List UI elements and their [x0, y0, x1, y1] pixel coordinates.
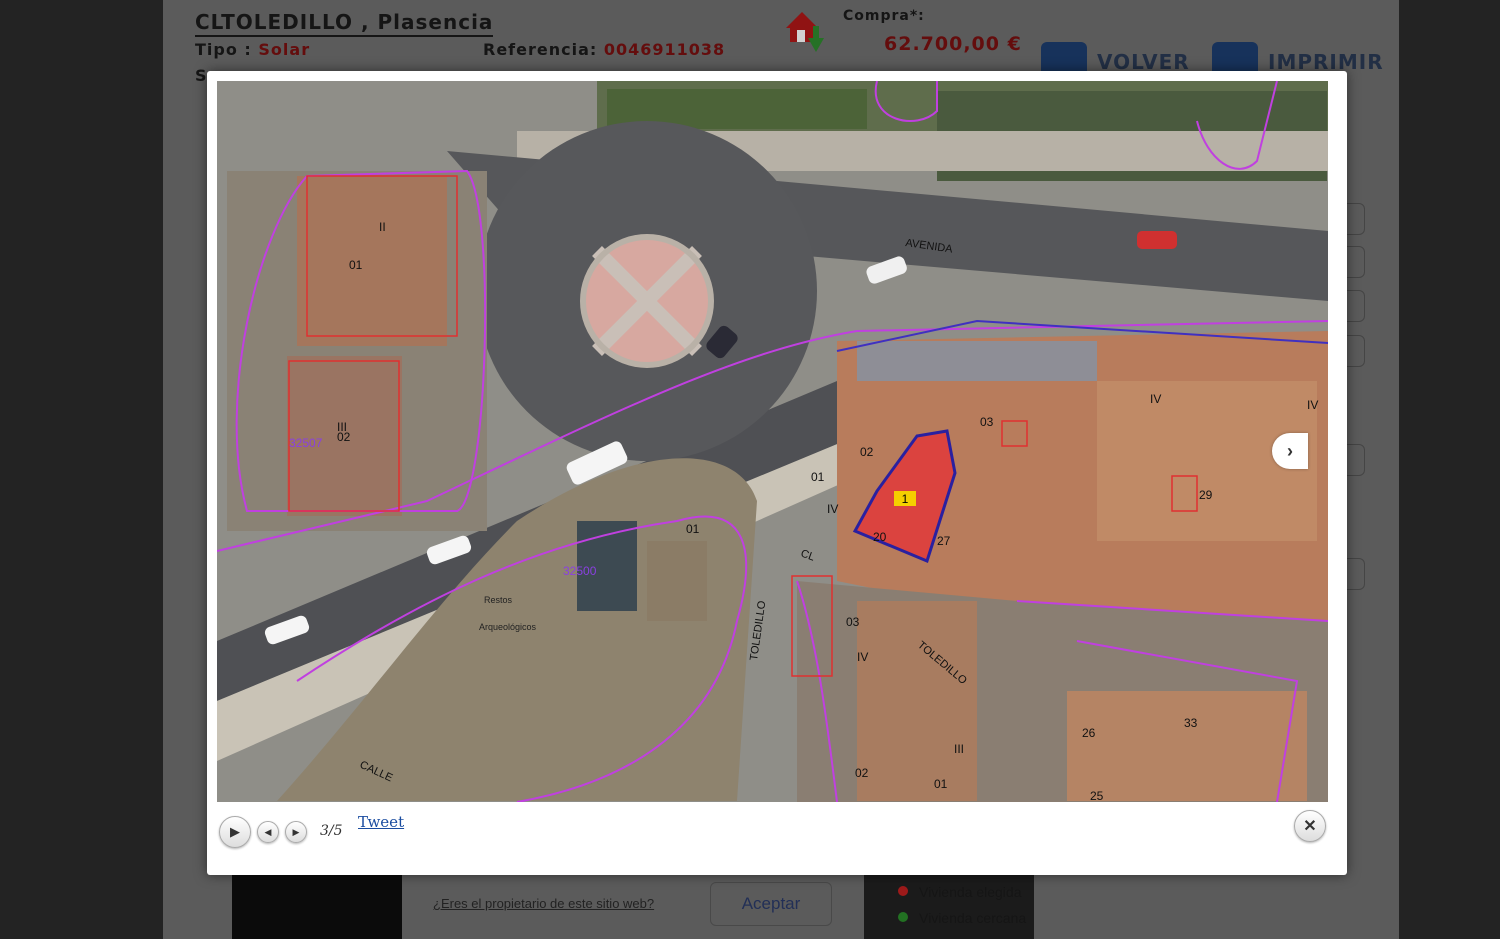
slide-counter: 3/5: [320, 823, 343, 839]
close-icon: ✕: [1303, 818, 1317, 835]
selected-parcel-number: 1: [902, 492, 909, 506]
map-label: 02: [860, 445, 874, 459]
map-label: 27: [937, 534, 951, 548]
map-label: 03: [980, 415, 994, 429]
parcel-id-label: 32507: [289, 436, 323, 450]
cadastral-map-image: 1 01 02 II III 02 01 IV 03 IV IV 29 01 0…: [217, 81, 1328, 802]
map-label: 01: [811, 470, 825, 484]
next-button[interactable]: ▶: [285, 821, 307, 843]
ruins-label: Restos: [484, 595, 513, 605]
map-label: IV: [1150, 392, 1161, 406]
next-icon: ▶: [292, 826, 300, 837]
map-label: 26: [1082, 726, 1096, 740]
map-label: 20: [873, 530, 887, 544]
map-label: 33: [1184, 716, 1198, 730]
map-label: II: [379, 220, 386, 234]
map-label: IV: [857, 650, 868, 664]
map-label: 01: [934, 777, 948, 791]
map-label: III: [337, 420, 347, 434]
chevron-right-icon: ›: [1287, 440, 1293, 461]
map-label: 01: [349, 258, 363, 272]
map-label: III: [954, 742, 964, 756]
prev-icon: ◀: [264, 826, 272, 837]
prev-button[interactable]: ◀: [257, 821, 279, 843]
slideshow-controls: ▶ ◀ ▶: [219, 815, 307, 849]
map-label: 03: [846, 615, 860, 629]
map-label: 01: [686, 522, 700, 536]
map-svg: 1 01 02 II III 02 01 IV 03 IV IV 29 01 0…: [217, 81, 1328, 802]
parcel-id-label: 32500: [563, 564, 597, 578]
lightbox-dialog: 1 01 02 II III 02 01 IV 03 IV IV 29 01 0…: [207, 71, 1347, 875]
play-icon: ▶: [230, 824, 240, 839]
close-button[interactable]: ✕: [1294, 810, 1326, 842]
map-label: 02: [855, 766, 869, 780]
next-slide-button[interactable]: ›: [1272, 433, 1308, 469]
map-label: IV: [1307, 398, 1318, 412]
play-button[interactable]: ▶: [219, 816, 251, 848]
tweet-link[interactable]: Tweet: [358, 813, 404, 831]
map-label: IV: [827, 502, 838, 516]
map-label: 25: [1090, 789, 1104, 802]
map-label: 29: [1199, 488, 1213, 502]
ruins-label: Arqueológicos: [479, 622, 537, 632]
